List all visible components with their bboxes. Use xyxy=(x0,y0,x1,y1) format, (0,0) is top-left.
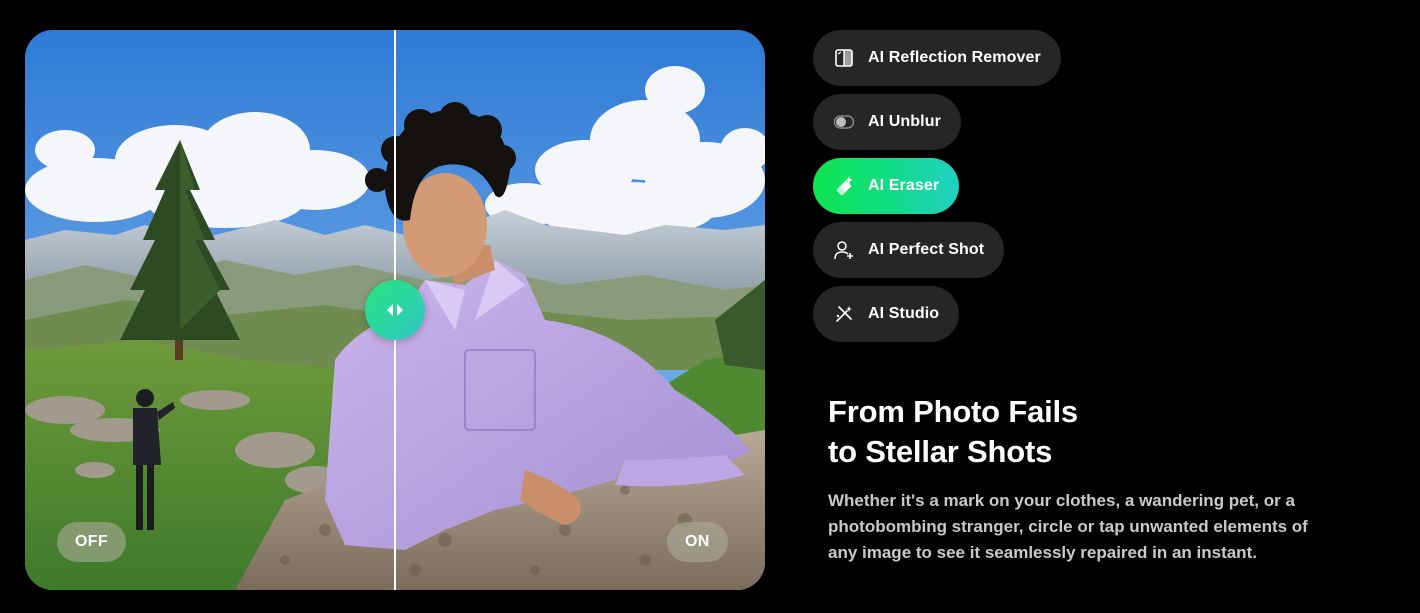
on-label: ON xyxy=(667,522,728,562)
feature-label: AI Unblur xyxy=(868,113,941,130)
section-description: Whether it's a mark on your clothes, a w… xyxy=(828,491,1308,562)
feature-label: AI Studio xyxy=(868,305,940,322)
headline-line-1: From Photo Fails xyxy=(828,394,1078,429)
off-label: OFF xyxy=(57,522,126,562)
toggle-blur-icon xyxy=(833,115,855,129)
eraser-sparkle-icon xyxy=(836,176,853,196)
feature-label: AI Perfect Shot xyxy=(868,241,985,258)
comparison-slider-handle[interactable] xyxy=(365,280,425,340)
feature-button-unblur[interactable]: AI Unblur xyxy=(813,94,961,150)
feature-label: AI Eraser xyxy=(868,177,940,194)
section-headline: From Photo Fails to Stellar Shots xyxy=(828,392,1248,472)
feature-label: AI Reflection Remover xyxy=(868,49,1041,66)
feature-button-reflection-remover[interactable]: AI Reflection Remover xyxy=(813,30,1061,86)
reflection-icon xyxy=(835,49,853,67)
feature-button-eraser[interactable]: AI Eraser xyxy=(813,158,960,214)
studio-wand-icon xyxy=(836,306,852,322)
feature-button-perfect-shot[interactable]: AI Perfect Shot xyxy=(813,222,1005,278)
person-plus-icon xyxy=(834,241,853,260)
headline-line-2: to Stellar Shots xyxy=(828,434,1053,469)
left-right-arrows-icon xyxy=(387,304,403,316)
feature-button-studio[interactable]: AI Studio xyxy=(813,286,960,342)
before-after-comparison[interactable]: OFF ON xyxy=(25,30,765,590)
